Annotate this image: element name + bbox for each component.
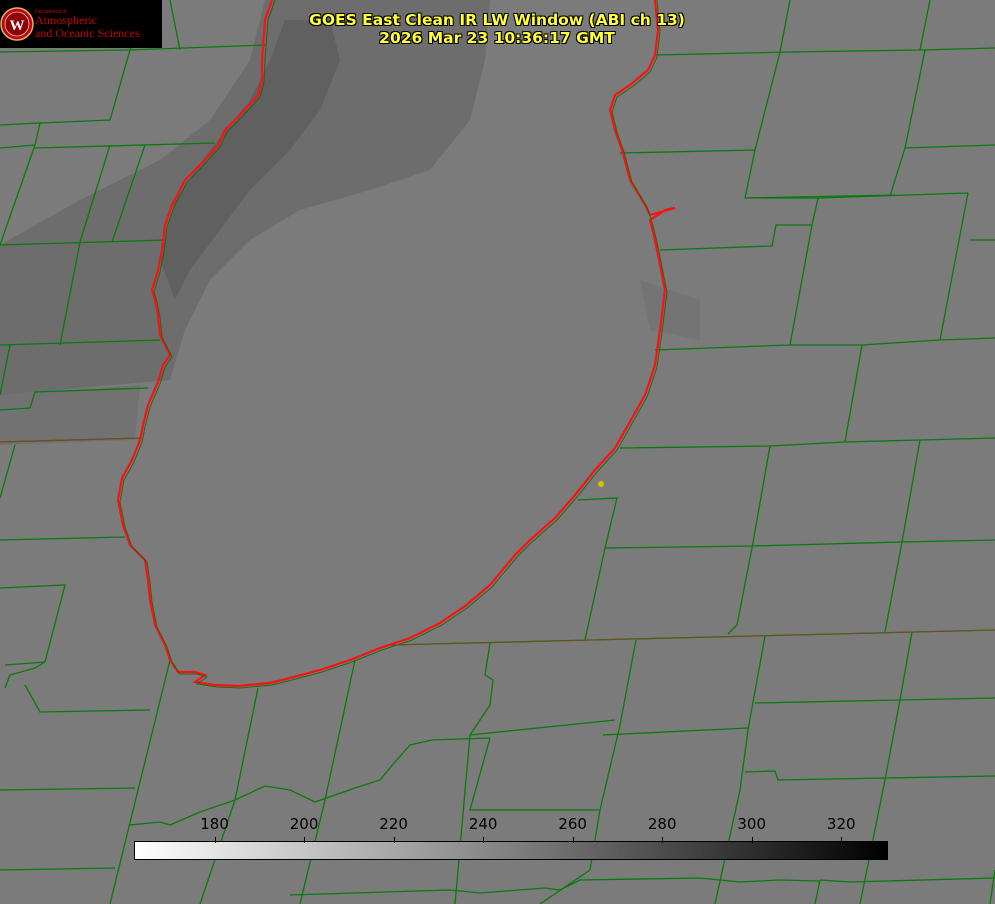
colorbar-tick-label: 240 <box>468 815 498 833</box>
colorbar-tick-label: 300 <box>737 815 767 833</box>
colorbar-tick-mark <box>393 837 395 843</box>
colorbar-tick-mark <box>483 837 485 843</box>
colorbar-tick-label: 320 <box>826 815 856 833</box>
colorbar-tick-label: 280 <box>647 815 677 833</box>
logo-line2: and Oceanic Sciences <box>35 26 140 40</box>
colorbar-tick-label: 260 <box>558 815 587 833</box>
colorbar-ramp <box>134 841 888 860</box>
colorbar-tick-mark <box>751 837 753 843</box>
image-title: GOES East Clean IR LW Window (ABI ch 13)… <box>292 11 702 47</box>
colorbar-tick-label: 200 <box>289 815 319 833</box>
state-line-south <box>389 629 995 646</box>
uw-shield-icon: W <box>0 7 34 41</box>
uw-aos-logo: W Department of Atmospheric and Oceanic … <box>0 0 162 48</box>
colorbar-tick-label: 220 <box>379 815 408 833</box>
colorbar-tick-mark <box>214 837 216 843</box>
county-boundaries <box>0 0 995 904</box>
svg-text:W: W <box>10 18 25 34</box>
title-product: GOES East Clean IR LW Window (ABI ch 13) <box>309 11 685 29</box>
colorbar: 180 200 220 240 260 280 300 320 <box>134 812 888 862</box>
colorbar-tick-label: 180 <box>200 815 229 833</box>
satellite-map[interactable] <box>0 0 995 904</box>
colorbar-tick-mark <box>841 837 843 843</box>
city-marker[interactable] <box>598 481 604 487</box>
cloud-shading <box>0 0 700 445</box>
colorbar-tick-mark <box>662 837 664 843</box>
title-timestamp: 2026 Mar 23 10:36:17 GMT <box>379 29 615 47</box>
colorbar-tick-mark <box>304 837 306 843</box>
colorbar-tick-mark <box>572 837 574 843</box>
